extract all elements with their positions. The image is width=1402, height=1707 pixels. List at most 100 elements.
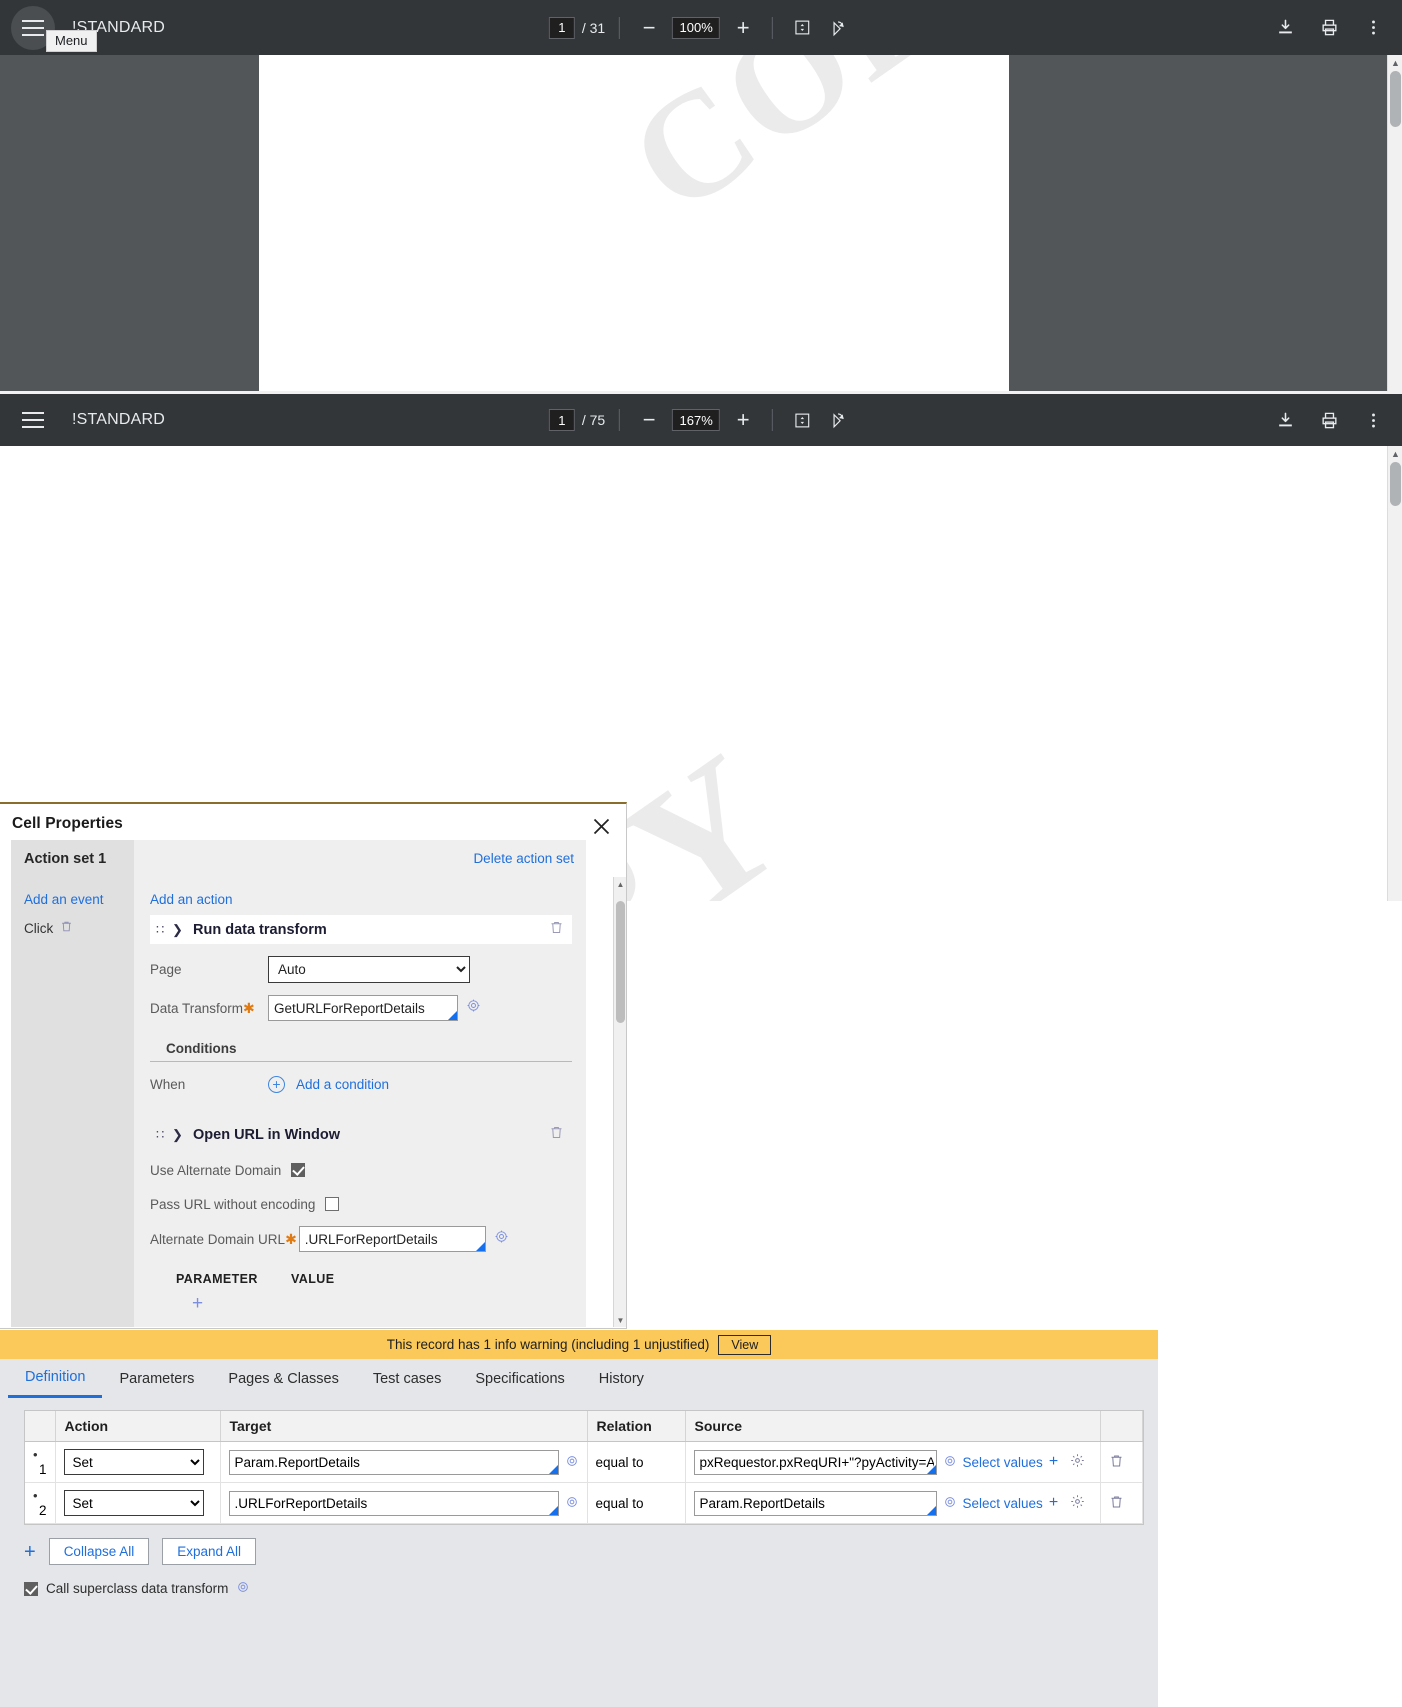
source-input-row1[interactable] [693, 1449, 937, 1475]
page-field-row: Page Auto [150, 956, 572, 983]
when-label: When [150, 1077, 186, 1092]
alternate-domain-url-label: Alternate Domain URL✱ [150, 1230, 297, 1247]
fit-to-page-icon[interactable] [787, 405, 817, 435]
tab-parameters[interactable]: Parameters [102, 1359, 211, 1398]
add-an-event-link[interactable]: Add an event [24, 892, 134, 907]
gear-icon[interactable] [236, 1580, 250, 1597]
gear-icon[interactable] [565, 1495, 579, 1512]
action-header-open-url-in-window[interactable]: ∷ ❯ Open URL in Window [150, 1120, 572, 1149]
page-select[interactable]: Auto [268, 956, 470, 983]
zoom-in-button-bottom[interactable]: + [728, 405, 758, 435]
view-warning-button[interactable]: View [718, 1334, 772, 1355]
scroll-down-arrow[interactable]: ▼ [614, 1313, 627, 1327]
pass-url-checkbox[interactable] [325, 1197, 340, 1211]
data-transform-input[interactable] [268, 995, 458, 1021]
expand-all-button[interactable]: Expand All [162, 1538, 257, 1565]
add-parameter-icon[interactable]: + [150, 1294, 572, 1313]
target-cell [220, 1441, 588, 1483]
add-value-icon[interactable]: + [1049, 1495, 1058, 1511]
row-handle-cell[interactable]: • 2 [25, 1482, 56, 1524]
tab-definition[interactable]: Definition [8, 1359, 103, 1398]
collapse-all-button[interactable]: Collapse All [48, 1538, 150, 1565]
pdf-toolbar-bottom: !STANDARD 1 / 75 − 167% + [0, 391, 1402, 446]
dialog-scrollbar[interactable]: ▲ ▼ [613, 877, 626, 1327]
add-condition-plus-icon[interactable]: + [268, 1076, 285, 1093]
chevron-down-icon[interactable]: ❯ [168, 1127, 187, 1143]
target-input-row2[interactable] [228, 1490, 559, 1516]
hamburger-icon[interactable] [11, 398, 55, 442]
more-options-icon[interactable] [1358, 405, 1388, 435]
settings-gear-icon[interactable] [1070, 1494, 1085, 1512]
tab-history[interactable]: History [582, 1359, 661, 1398]
action-header-run-data-transform[interactable]: ∷ ❯ Run data transform [150, 915, 572, 944]
more-options-icon[interactable] [1358, 13, 1388, 43]
gear-icon[interactable] [494, 1229, 509, 1249]
settings-gear-icon[interactable] [1070, 1453, 1085, 1471]
page-number-input-bottom[interactable]: 1 [548, 409, 575, 431]
action-select-row1[interactable]: Set [63, 1449, 204, 1475]
use-alternate-domain-checkbox[interactable] [291, 1163, 306, 1177]
zoom-level-top[interactable]: 100% [672, 16, 721, 39]
drag-handle-icon[interactable]: ∷ [156, 1128, 168, 1141]
row-number: 2 [39, 1503, 47, 1518]
select-values-link-row2[interactable]: Select values [963, 1496, 1043, 1511]
zoom-out-button-bottom[interactable]: − [634, 405, 664, 435]
alternate-domain-url-input[interactable] [298, 1226, 486, 1252]
dialog-title: Cell Properties [12, 815, 123, 832]
tab-pages-and-classes[interactable]: Pages & Classes [211, 1359, 355, 1398]
warning-text: This record has 1 info warning (includin… [386, 1337, 710, 1352]
row-handle-cell[interactable]: • 1 [25, 1441, 56, 1483]
rotate-icon[interactable] [823, 405, 853, 435]
gear-icon[interactable] [943, 1495, 957, 1512]
delete-row-icon[interactable] [1109, 1455, 1124, 1472]
gear-icon[interactable] [565, 1454, 579, 1471]
gear-icon[interactable] [466, 998, 481, 1018]
print-icon[interactable] [1314, 405, 1344, 435]
scroll-up-arrow[interactable]: ▲ [1388, 55, 1402, 70]
fit-to-page-icon[interactable] [787, 13, 817, 43]
delete-action-set-link[interactable]: Delete action set [473, 851, 586, 866]
call-superclass-checkbox[interactable] [24, 1581, 38, 1596]
data-transform-field-row: Data Transform✱ [150, 995, 572, 1021]
trash-icon[interactable] [60, 920, 73, 936]
download-icon[interactable] [1270, 13, 1300, 43]
delete-action-icon[interactable] [549, 1125, 564, 1145]
rotate-icon[interactable] [823, 13, 853, 43]
gear-icon[interactable] [943, 1454, 957, 1471]
zoom-in-button-top[interactable]: + [728, 13, 758, 43]
scroll-up-arrow[interactable]: ▲ [614, 877, 627, 891]
zoom-level-bottom[interactable]: 167% [672, 409, 721, 431]
source-input-row2[interactable] [693, 1490, 937, 1516]
add-value-icon[interactable]: + [1049, 1454, 1058, 1470]
event-row-click[interactable]: Click [24, 920, 134, 936]
parameter-value-table-header: PARAMETER VALUE [150, 1272, 572, 1286]
select-values-link-row1[interactable]: Select values [963, 1455, 1043, 1470]
tab-test-cases[interactable]: Test cases [356, 1359, 459, 1398]
tab-specifications[interactable]: Specifications [458, 1359, 581, 1398]
call-superclass-label: Call superclass data transform [46, 1581, 229, 1596]
delete-row-icon[interactable] [1109, 1496, 1124, 1513]
scroll-up-arrow[interactable]: ▲ [1388, 446, 1402, 461]
drag-handle-icon[interactable]: ∷ [156, 923, 168, 936]
data-transform-label: Data Transform✱ [150, 999, 255, 1016]
page-number-input-top[interactable]: 1 [548, 16, 575, 39]
delete-action-icon[interactable] [549, 920, 564, 940]
scrollbar-thumb[interactable] [616, 901, 625, 1023]
action-select-row2[interactable]: Set [63, 1490, 204, 1516]
pdf-scrollbar-bottom[interactable]: ▲ [1387, 446, 1402, 901]
download-icon[interactable] [1270, 405, 1300, 435]
add-row-icon[interactable]: + [24, 1542, 36, 1562]
col-header-target: Target [220, 1411, 588, 1442]
scrollbar-thumb[interactable] [1390, 71, 1401, 127]
chevron-down-icon[interactable]: ❯ [168, 922, 187, 938]
zoom-out-button-top[interactable]: − [634, 13, 664, 43]
close-icon[interactable] [588, 813, 614, 839]
add-an-action-link[interactable]: Add an action [150, 892, 572, 907]
pdf-scrollbar-top[interactable]: ▲ [1387, 55, 1402, 391]
target-input-row1[interactable] [228, 1449, 559, 1475]
table-row: • 1 Set Param.ReportDetails equal to pxR… [25, 1441, 1143, 1483]
print-icon[interactable] [1314, 13, 1344, 43]
scrollbar-thumb[interactable] [1390, 462, 1401, 506]
add-a-condition-link[interactable]: Add a condition [296, 1077, 389, 1092]
toolbar-divider [772, 409, 774, 431]
